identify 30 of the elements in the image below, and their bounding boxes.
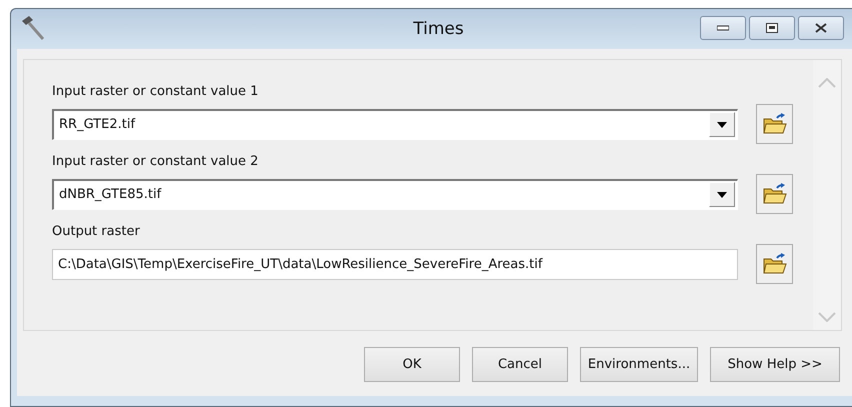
input-field[interactable]: C:\Data\GIS\Temp\ExerciseFire_UT\data\LowResilience_SevereFire_Areas.tif <box>52 248 738 280</box>
caret-icon <box>717 192 727 198</box>
window-title: Times <box>412 19 465 39</box>
close-icon <box>815 23 827 33</box>
field-label: Input raster or constant value 2 <box>52 153 260 171</box>
minimize-icon <box>717 25 729 31</box>
scroll-up-icon <box>818 78 836 88</box>
browse-button[interactable] <box>756 174 793 214</box>
scroll-down-icon <box>818 312 836 322</box>
close-button[interactable] <box>798 16 844 40</box>
maximize-icon <box>766 23 778 33</box>
browse-button[interactable] <box>756 244 793 284</box>
dialog-button[interactable]: Show Help >> <box>710 347 840 382</box>
scrollbar[interactable] <box>813 60 841 330</box>
caret-icon <box>717 122 727 128</box>
dialog-button[interactable]: Environments... <box>580 347 698 382</box>
folder-icon <box>762 183 786 205</box>
combo-box[interactable]: dNBR_GTE85.tif <box>52 178 738 210</box>
dropdown-button[interactable] <box>709 112 735 137</box>
folder-icon <box>762 253 786 275</box>
field-label: Output raster <box>52 223 141 241</box>
dropdown-button[interactable] <box>709 182 735 207</box>
combo-box[interactable]: RR_GTE2.tif <box>52 108 738 140</box>
dialog-button[interactable]: OK <box>364 347 460 382</box>
dialog-button[interactable]: Cancel <box>472 347 568 382</box>
folder-icon <box>762 113 786 135</box>
field-label: Input raster or constant value 1 <box>52 83 260 101</box>
minimize-button[interactable] <box>700 16 746 40</box>
maximize-button[interactable] <box>749 16 795 40</box>
browse-button[interactable] <box>756 104 793 144</box>
